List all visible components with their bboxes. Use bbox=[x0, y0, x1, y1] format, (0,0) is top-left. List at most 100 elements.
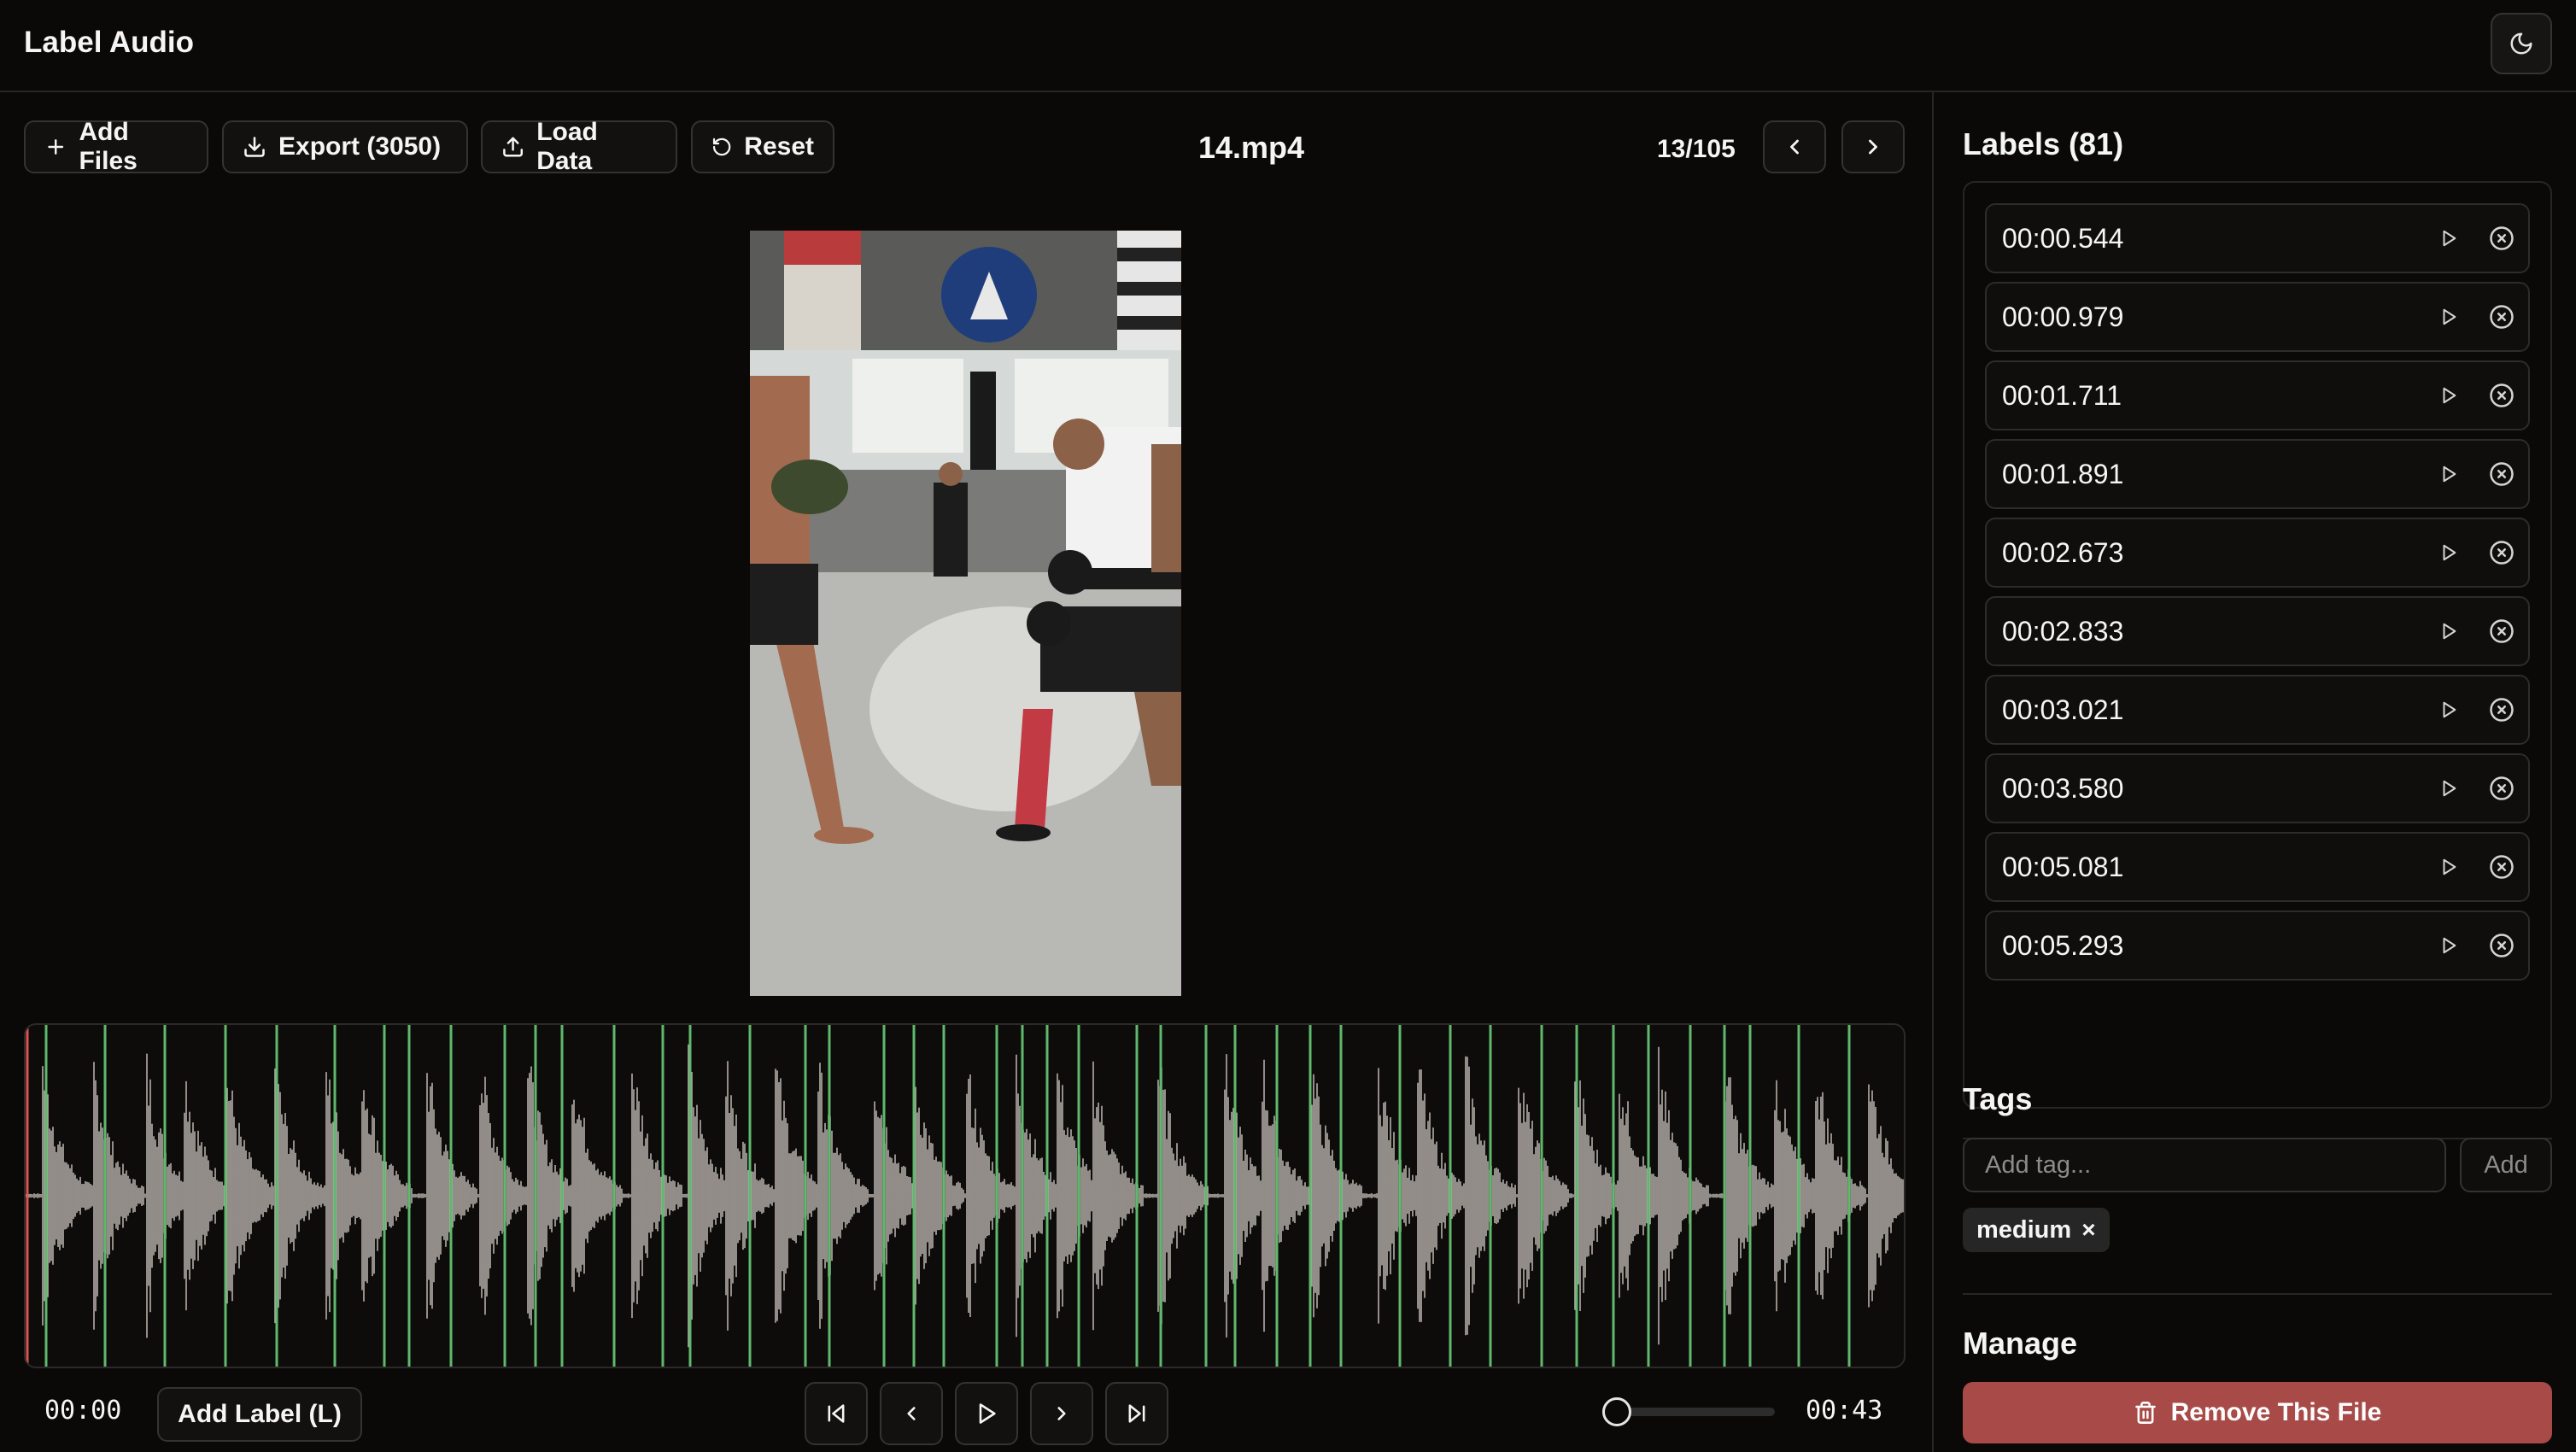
label-time: 00:05.081 bbox=[2002, 851, 2124, 882]
waveform[interactable] bbox=[24, 1023, 1906, 1368]
delete-label-button[interactable] bbox=[2475, 840, 2528, 893]
label-time: 00:01.711 bbox=[2002, 379, 2122, 411]
skip-to-start-button[interactable] bbox=[805, 1382, 868, 1445]
label-row[interactable]: 00:03.580 bbox=[1985, 753, 2530, 823]
label-row[interactable]: 00:05.081 bbox=[1985, 832, 2530, 902]
play-icon bbox=[2443, 623, 2456, 640]
skip-forward-icon bbox=[1128, 1404, 1145, 1423]
label-row[interactable]: 00:00.544 bbox=[1985, 203, 2530, 273]
play-label-button[interactable] bbox=[2422, 919, 2475, 972]
circle-x-icon bbox=[2490, 383, 2514, 407]
label-row[interactable]: 00:05.293 bbox=[1985, 910, 2530, 981]
tag-chip: medium × bbox=[1963, 1208, 2110, 1252]
play-icon bbox=[2443, 230, 2456, 247]
chevron-left-icon bbox=[1790, 139, 1799, 155]
label-row[interactable]: 00:02.673 bbox=[1985, 518, 2530, 588]
file-name: 14.mp4 bbox=[1197, 130, 1305, 165]
play-label-button[interactable] bbox=[2422, 369, 2475, 422]
tags-heading: Tags bbox=[1963, 1081, 2033, 1116]
waveform-path bbox=[26, 1044, 1904, 1348]
tag-chip-label: medium bbox=[1976, 1215, 2072, 1244]
labels-heading: Labels (81) bbox=[1963, 126, 2124, 161]
play-icon bbox=[979, 1403, 996, 1424]
delete-label-button[interactable] bbox=[2475, 448, 2528, 501]
video-player[interactable] bbox=[750, 231, 1181, 996]
current-time: 00:00 bbox=[44, 1396, 122, 1426]
play-label-button[interactable] bbox=[2422, 290, 2475, 343]
delete-label-button[interactable] bbox=[2475, 605, 2528, 658]
play-label-button[interactable] bbox=[2422, 840, 2475, 893]
circle-x-icon bbox=[2490, 855, 2514, 879]
file-counter: 13/105 bbox=[1657, 135, 1736, 163]
step-forward-button[interactable] bbox=[1030, 1382, 1093, 1445]
label-row[interactable]: 00:03.021 bbox=[1985, 675, 2530, 745]
remove-file-button[interactable]: Remove This File bbox=[1963, 1382, 2552, 1443]
play-label-button[interactable] bbox=[2422, 526, 2475, 579]
chevron-right-icon bbox=[1869, 139, 1877, 155]
label-time: 00:00.544 bbox=[2002, 222, 2124, 254]
load-data-button[interactable]: Load Data bbox=[481, 118, 677, 175]
skip-back-icon bbox=[828, 1404, 845, 1423]
delete-label-button[interactable] bbox=[2475, 762, 2528, 815]
label-time: 00:05.293 bbox=[2002, 929, 2124, 961]
play-label-button[interactable] bbox=[2422, 212, 2475, 265]
play-label-button[interactable] bbox=[2422, 762, 2475, 815]
play-icon bbox=[2443, 701, 2456, 718]
video-frame bbox=[750, 231, 1181, 996]
label-time: 00:02.833 bbox=[2002, 615, 2124, 647]
reset-button[interactable]: Reset bbox=[691, 120, 834, 173]
reset-label: Reset bbox=[744, 132, 814, 161]
play-icon bbox=[2443, 544, 2456, 561]
download-icon bbox=[244, 137, 265, 157]
circle-x-icon bbox=[2490, 619, 2514, 643]
play-label-button[interactable] bbox=[2422, 683, 2475, 736]
label-time: 00:01.891 bbox=[2002, 458, 2124, 489]
circle-x-icon bbox=[2490, 541, 2514, 565]
delete-label-button[interactable] bbox=[2475, 369, 2528, 422]
skip-to-end-button[interactable] bbox=[1105, 1382, 1168, 1445]
label-time: 00:03.021 bbox=[2002, 694, 2124, 725]
volume-slider-thumb[interactable] bbox=[1602, 1397, 1631, 1426]
next-file-button[interactable] bbox=[1841, 120, 1905, 173]
labels-list[interactable]: 00:00.544 00:00.979 00:01.711 00:01.891 00:0… bbox=[1963, 181, 2552, 1109]
load-data-label: Load Data bbox=[536, 118, 598, 175]
delete-label-button[interactable] bbox=[2475, 683, 2528, 736]
divider bbox=[1963, 1293, 2552, 1295]
delete-label-button[interactable] bbox=[2475, 290, 2528, 343]
delete-label-button[interactable] bbox=[2475, 919, 2528, 972]
add-label-button[interactable]: Add Label (L) bbox=[157, 1387, 362, 1442]
circle-x-icon bbox=[2490, 934, 2514, 957]
circle-x-icon bbox=[2490, 462, 2514, 486]
circle-x-icon bbox=[2490, 305, 2514, 329]
delete-label-button[interactable] bbox=[2475, 212, 2528, 265]
label-row[interactable]: 00:00.979 bbox=[1985, 282, 2530, 352]
add-files-button[interactable]: Add Files bbox=[24, 118, 208, 175]
play-button[interactable] bbox=[955, 1382, 1018, 1445]
add-files-label: Add Files bbox=[79, 118, 138, 175]
play-label-button[interactable] bbox=[2422, 605, 2475, 658]
sidebar: Labels (81) 00:00.544 00:00.979 00:01.711 0… bbox=[1934, 92, 2576, 1452]
label-row[interactable]: 00:02.833 bbox=[1985, 596, 2530, 666]
plus-icon bbox=[48, 139, 64, 155]
play-icon bbox=[2443, 387, 2456, 404]
tag-remove-button[interactable]: × bbox=[2081, 1216, 2095, 1244]
circle-x-icon bbox=[2490, 698, 2514, 722]
circle-x-icon bbox=[2490, 776, 2514, 800]
remove-file-label: Remove This File bbox=[2170, 1398, 2382, 1426]
label-row[interactable]: 00:01.711 bbox=[1985, 360, 2530, 430]
label-row[interactable]: 00:01.891 bbox=[1985, 439, 2530, 509]
play-icon bbox=[2443, 465, 2456, 483]
add-tag-button[interactable]: Add bbox=[2460, 1138, 2552, 1192]
top-bar: Label Audio bbox=[0, 0, 2576, 92]
volume-slider[interactable] bbox=[1602, 1397, 1775, 1426]
circle-x-icon bbox=[2490, 226, 2514, 250]
theme-toggle-button[interactable] bbox=[2491, 13, 2552, 74]
tag-input[interactable] bbox=[1963, 1138, 2446, 1192]
play-label-button[interactable] bbox=[2422, 448, 2475, 501]
delete-label-button[interactable] bbox=[2475, 526, 2528, 579]
play-icon bbox=[2443, 937, 2456, 954]
export-button[interactable]: Export (3050) bbox=[222, 120, 468, 173]
step-back-button[interactable] bbox=[880, 1382, 943, 1445]
play-icon bbox=[2443, 780, 2456, 797]
previous-file-button[interactable] bbox=[1763, 120, 1826, 173]
